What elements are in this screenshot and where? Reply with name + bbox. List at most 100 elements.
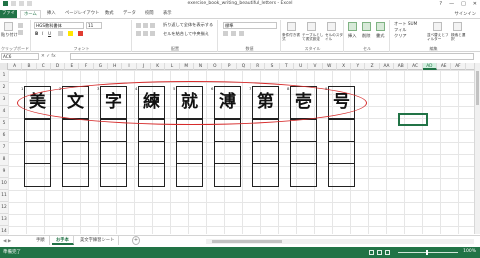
column-header[interactable]: AF <box>451 63 466 70</box>
tab-data[interactable]: データ <box>120 10 139 18</box>
italic-button[interactable]: I <box>42 31 43 37</box>
page-layout-view-icon[interactable] <box>377 250 382 255</box>
close-button[interactable]: ✕ <box>473 1 477 7</box>
select-all-corner[interactable] <box>0 63 8 70</box>
column-header[interactable]: Q <box>237 63 252 70</box>
column-header[interactable]: AC <box>408 63 423 70</box>
align-bottom-icon[interactable] <box>150 23 155 28</box>
sheet-tab-practice[interactable]: 美文字練習シート <box>76 236 120 245</box>
vertical-scroll-thumb[interactable] <box>476 71 479 105</box>
sort-filter-icon[interactable] <box>433 22 442 31</box>
row-header[interactable]: 2 <box>0 82 8 94</box>
column-header[interactable]: P <box>223 63 237 70</box>
font-size-select[interactable]: 11 <box>86 22 102 29</box>
bold-button[interactable]: B <box>35 31 38 37</box>
cut-icon[interactable] <box>18 23 23 28</box>
align-left-icon[interactable] <box>136 31 141 36</box>
comma-icon[interactable] <box>239 31 244 36</box>
find-select-button[interactable]: 検索と選択 <box>451 33 467 41</box>
model-character-cell[interactable]: 5就 <box>173 86 203 119</box>
currency-icon[interactable] <box>223 31 228 36</box>
align-middle-icon[interactable] <box>143 23 148 28</box>
clear-button[interactable]: クリア <box>394 33 407 39</box>
help-button[interactable]: ? <box>439 1 442 7</box>
border-icon[interactable] <box>58 31 63 36</box>
sheet-tab-procedure[interactable]: 手順 <box>32 236 50 245</box>
insert-cells-icon[interactable] <box>348 22 357 31</box>
zoom-slider[interactable] <box>398 250 458 255</box>
column-header[interactable]: R <box>251 63 266 70</box>
tab-file[interactable]: ファイル <box>0 10 17 24</box>
align-top-icon[interactable] <box>136 23 141 28</box>
tab-page-layout[interactable]: ページレイアウト <box>62 10 102 18</box>
conditional-format-button[interactable]: 条件付き書式 <box>282 33 302 41</box>
model-character-cell[interactable]: 8壱 <box>287 86 317 119</box>
format-button[interactable]: 書式 <box>376 33 384 39</box>
row-header[interactable]: 3 <box>0 94 8 106</box>
column-header[interactable]: D <box>51 63 66 70</box>
add-sheet-button[interactable]: + <box>132 236 140 245</box>
normal-view-icon[interactable] <box>369 250 374 255</box>
column-header[interactable]: AA <box>380 63 395 70</box>
column-header[interactable]: Z <box>366 63 380 70</box>
row-header[interactable]: 10 <box>0 178 8 190</box>
column-header[interactable]: AD <box>422 63 437 70</box>
format-cells-icon[interactable] <box>376 22 385 31</box>
cell-styles-button[interactable]: セルのスタイル <box>325 33 343 41</box>
row-header[interactable]: 12 <box>0 202 8 214</box>
number-format-select[interactable]: 標準 <box>223 22 277 29</box>
model-character-cell[interactable]: 6溥 <box>211 86 241 119</box>
column-header[interactable]: I <box>122 63 137 70</box>
tab-review[interactable]: 校閲 <box>142 10 157 18</box>
column-header[interactable]: E <box>65 63 80 70</box>
model-character-cell[interactable]: 4練 <box>135 86 165 119</box>
font-name-select[interactable]: HGS教科書体 <box>34 22 84 29</box>
minimize-button[interactable]: — <box>449 1 454 7</box>
tab-view[interactable]: 表示 <box>160 10 175 18</box>
column-header[interactable]: O <box>208 63 223 70</box>
column-header[interactable]: X <box>337 63 352 70</box>
row-header[interactable]: 6 <box>0 130 8 142</box>
name-box[interactable]: AC6 <box>1 53 39 60</box>
copy-icon[interactable] <box>18 30 23 35</box>
fill-color-icon[interactable] <box>68 31 73 36</box>
model-character-cell[interactable]: 7第 <box>249 86 279 119</box>
delete-cells-icon[interactable] <box>362 22 371 31</box>
insert-button[interactable]: 挿入 <box>348 33 356 39</box>
row-header[interactable]: 11 <box>0 190 8 202</box>
column-header[interactable]: V <box>308 63 323 70</box>
column-header[interactable]: K <box>151 63 166 70</box>
sheet-nav-arrows[interactable]: ◀ ▶ <box>3 239 11 244</box>
horizontal-scroll-thumb[interactable] <box>212 240 282 243</box>
percent-icon[interactable] <box>231 31 236 36</box>
align-center-icon[interactable] <box>143 31 148 36</box>
column-header[interactable]: C <box>37 63 51 70</box>
paste-button[interactable]: 貼り付け <box>1 32 18 38</box>
tab-insert[interactable]: 挿入 <box>44 10 59 18</box>
model-character-cell[interactable]: 2文 <box>59 86 89 119</box>
row-header[interactable]: 1 <box>0 70 8 82</box>
fx-icon[interactable]: ✕ ✓ fx <box>41 53 69 60</box>
column-header[interactable]: G <box>94 63 109 70</box>
conditional-format-icon[interactable] <box>287 22 296 31</box>
wrap-text-button[interactable]: 折り返して全体を表示する <box>163 22 213 28</box>
column-header[interactable]: B <box>22 63 37 70</box>
column-header[interactable]: Y <box>351 63 366 70</box>
format-table-icon[interactable] <box>307 22 316 31</box>
active-cell[interactable] <box>398 113 428 126</box>
row-header[interactable]: 8 <box>0 154 8 166</box>
cell-styles-icon[interactable] <box>327 22 336 31</box>
column-header[interactable]: AE <box>437 63 452 70</box>
column-header[interactable]: H <box>108 63 123 70</box>
row-header[interactable]: 5 <box>0 118 8 130</box>
column-header[interactable]: T <box>280 63 294 70</box>
row-header[interactable]: 9 <box>0 166 8 178</box>
column-header[interactable]: M <box>180 63 194 70</box>
tab-formulas[interactable]: 数式 <box>102 10 117 18</box>
horizontal-scrollbar[interactable] <box>206 239 474 244</box>
align-right-icon[interactable] <box>150 31 155 36</box>
delete-button[interactable]: 削除 <box>362 33 370 39</box>
zoom-slider-knob[interactable] <box>426 250 428 255</box>
tab-home[interactable]: ホーム <box>20 10 41 18</box>
merge-center-button[interactable]: セルを結合して中央揃え <box>163 31 209 37</box>
